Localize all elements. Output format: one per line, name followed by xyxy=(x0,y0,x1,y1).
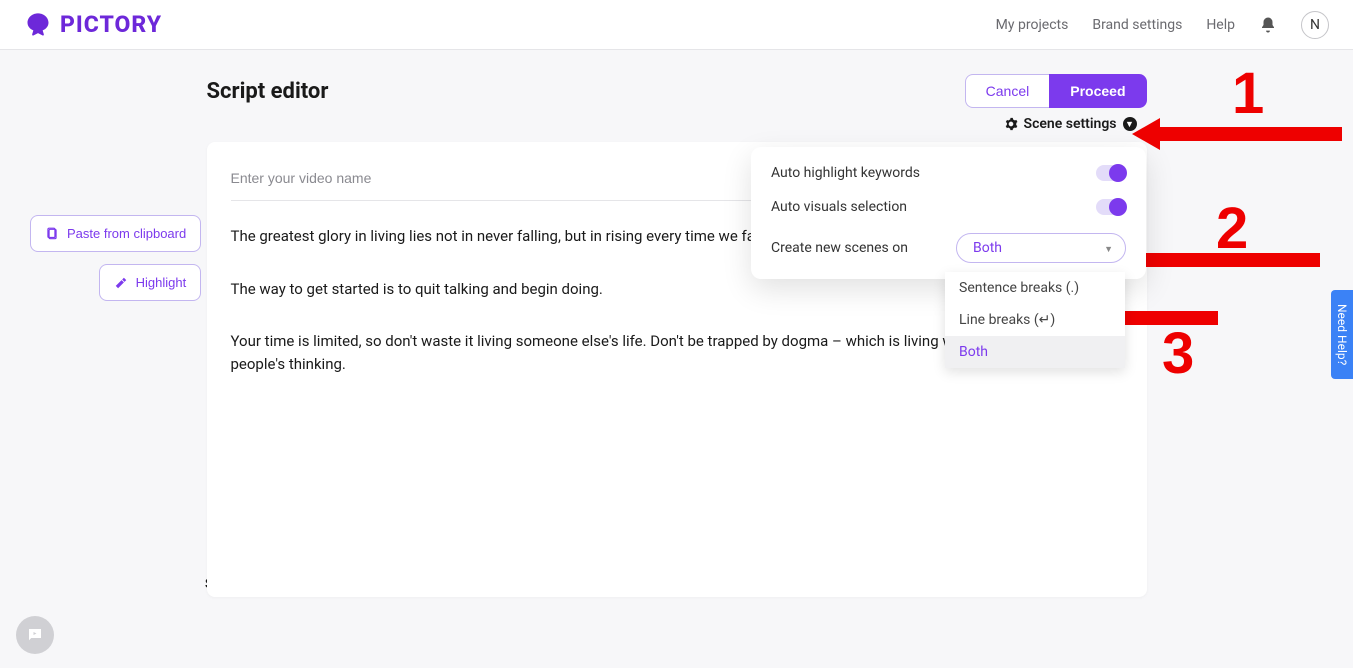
nav: My projects Brand settings Help N xyxy=(996,11,1329,39)
need-help-tab[interactable]: Need Help? xyxy=(1331,290,1353,379)
gear-icon xyxy=(1004,117,1018,131)
action-buttons: Cancel Proceed xyxy=(965,74,1147,108)
cancel-button[interactable]: Cancel xyxy=(965,74,1050,108)
chat-bubble[interactable] xyxy=(16,616,54,654)
settings-popover: Auto highlight keywords Auto visuals sel… xyxy=(751,147,1146,279)
create-scenes-dropdown: Sentence breaks (.) Line breaks (↵) Both xyxy=(945,272,1125,368)
page-title: Script editor xyxy=(207,79,329,104)
logo-icon xyxy=(24,11,52,39)
highlight-button[interactable]: Highlight xyxy=(99,264,202,301)
highlight-icon xyxy=(114,276,128,290)
scene-settings-label: Scene settings xyxy=(1024,116,1117,132)
topbar: PICTORY My projects Brand settings Help … xyxy=(0,0,1353,50)
brand-text: PICTORY xyxy=(60,11,162,38)
brand-logo[interactable]: PICTORY xyxy=(24,11,162,39)
scene-settings-toggle[interactable]: Scene settings ▼ xyxy=(207,116,1147,132)
setting-create-scenes-label: Create new scenes on xyxy=(771,240,908,256)
create-scenes-select[interactable]: Both xyxy=(956,233,1126,263)
dropdown-option-line[interactable]: Line breaks (↵) xyxy=(945,304,1125,336)
highlight-label: Highlight xyxy=(136,275,187,290)
chat-icon xyxy=(26,626,44,644)
side-tools: Paste from clipboard Highlight xyxy=(30,215,201,301)
page: Script editor Cancel Proceed Scene setti… xyxy=(0,50,1353,597)
setting-auto-visuals-label: Auto visuals selection xyxy=(771,199,907,215)
dropdown-option-sentence[interactable]: Sentence breaks (.) xyxy=(945,272,1125,304)
proceed-button[interactable]: Proceed xyxy=(1049,74,1146,108)
auto-highlight-toggle[interactable] xyxy=(1096,165,1126,181)
nav-help[interactable]: Help xyxy=(1206,17,1235,33)
clipboard-icon xyxy=(45,227,59,241)
paste-button[interactable]: Paste from clipboard xyxy=(30,215,201,252)
avatar[interactable]: N xyxy=(1301,11,1329,39)
chevron-down-icon: ▼ xyxy=(1123,117,1137,131)
paste-label: Paste from clipboard xyxy=(67,226,186,241)
bell-icon[interactable] xyxy=(1259,16,1277,34)
dropdown-option-both[interactable]: Both xyxy=(945,336,1125,368)
nav-brand-settings[interactable]: Brand settings xyxy=(1092,17,1182,33)
header-row: Script editor Cancel Proceed xyxy=(207,74,1147,108)
auto-visuals-toggle[interactable] xyxy=(1096,199,1126,215)
nav-my-projects[interactable]: My projects xyxy=(996,17,1069,33)
setting-auto-highlight-label: Auto highlight keywords xyxy=(771,165,920,181)
